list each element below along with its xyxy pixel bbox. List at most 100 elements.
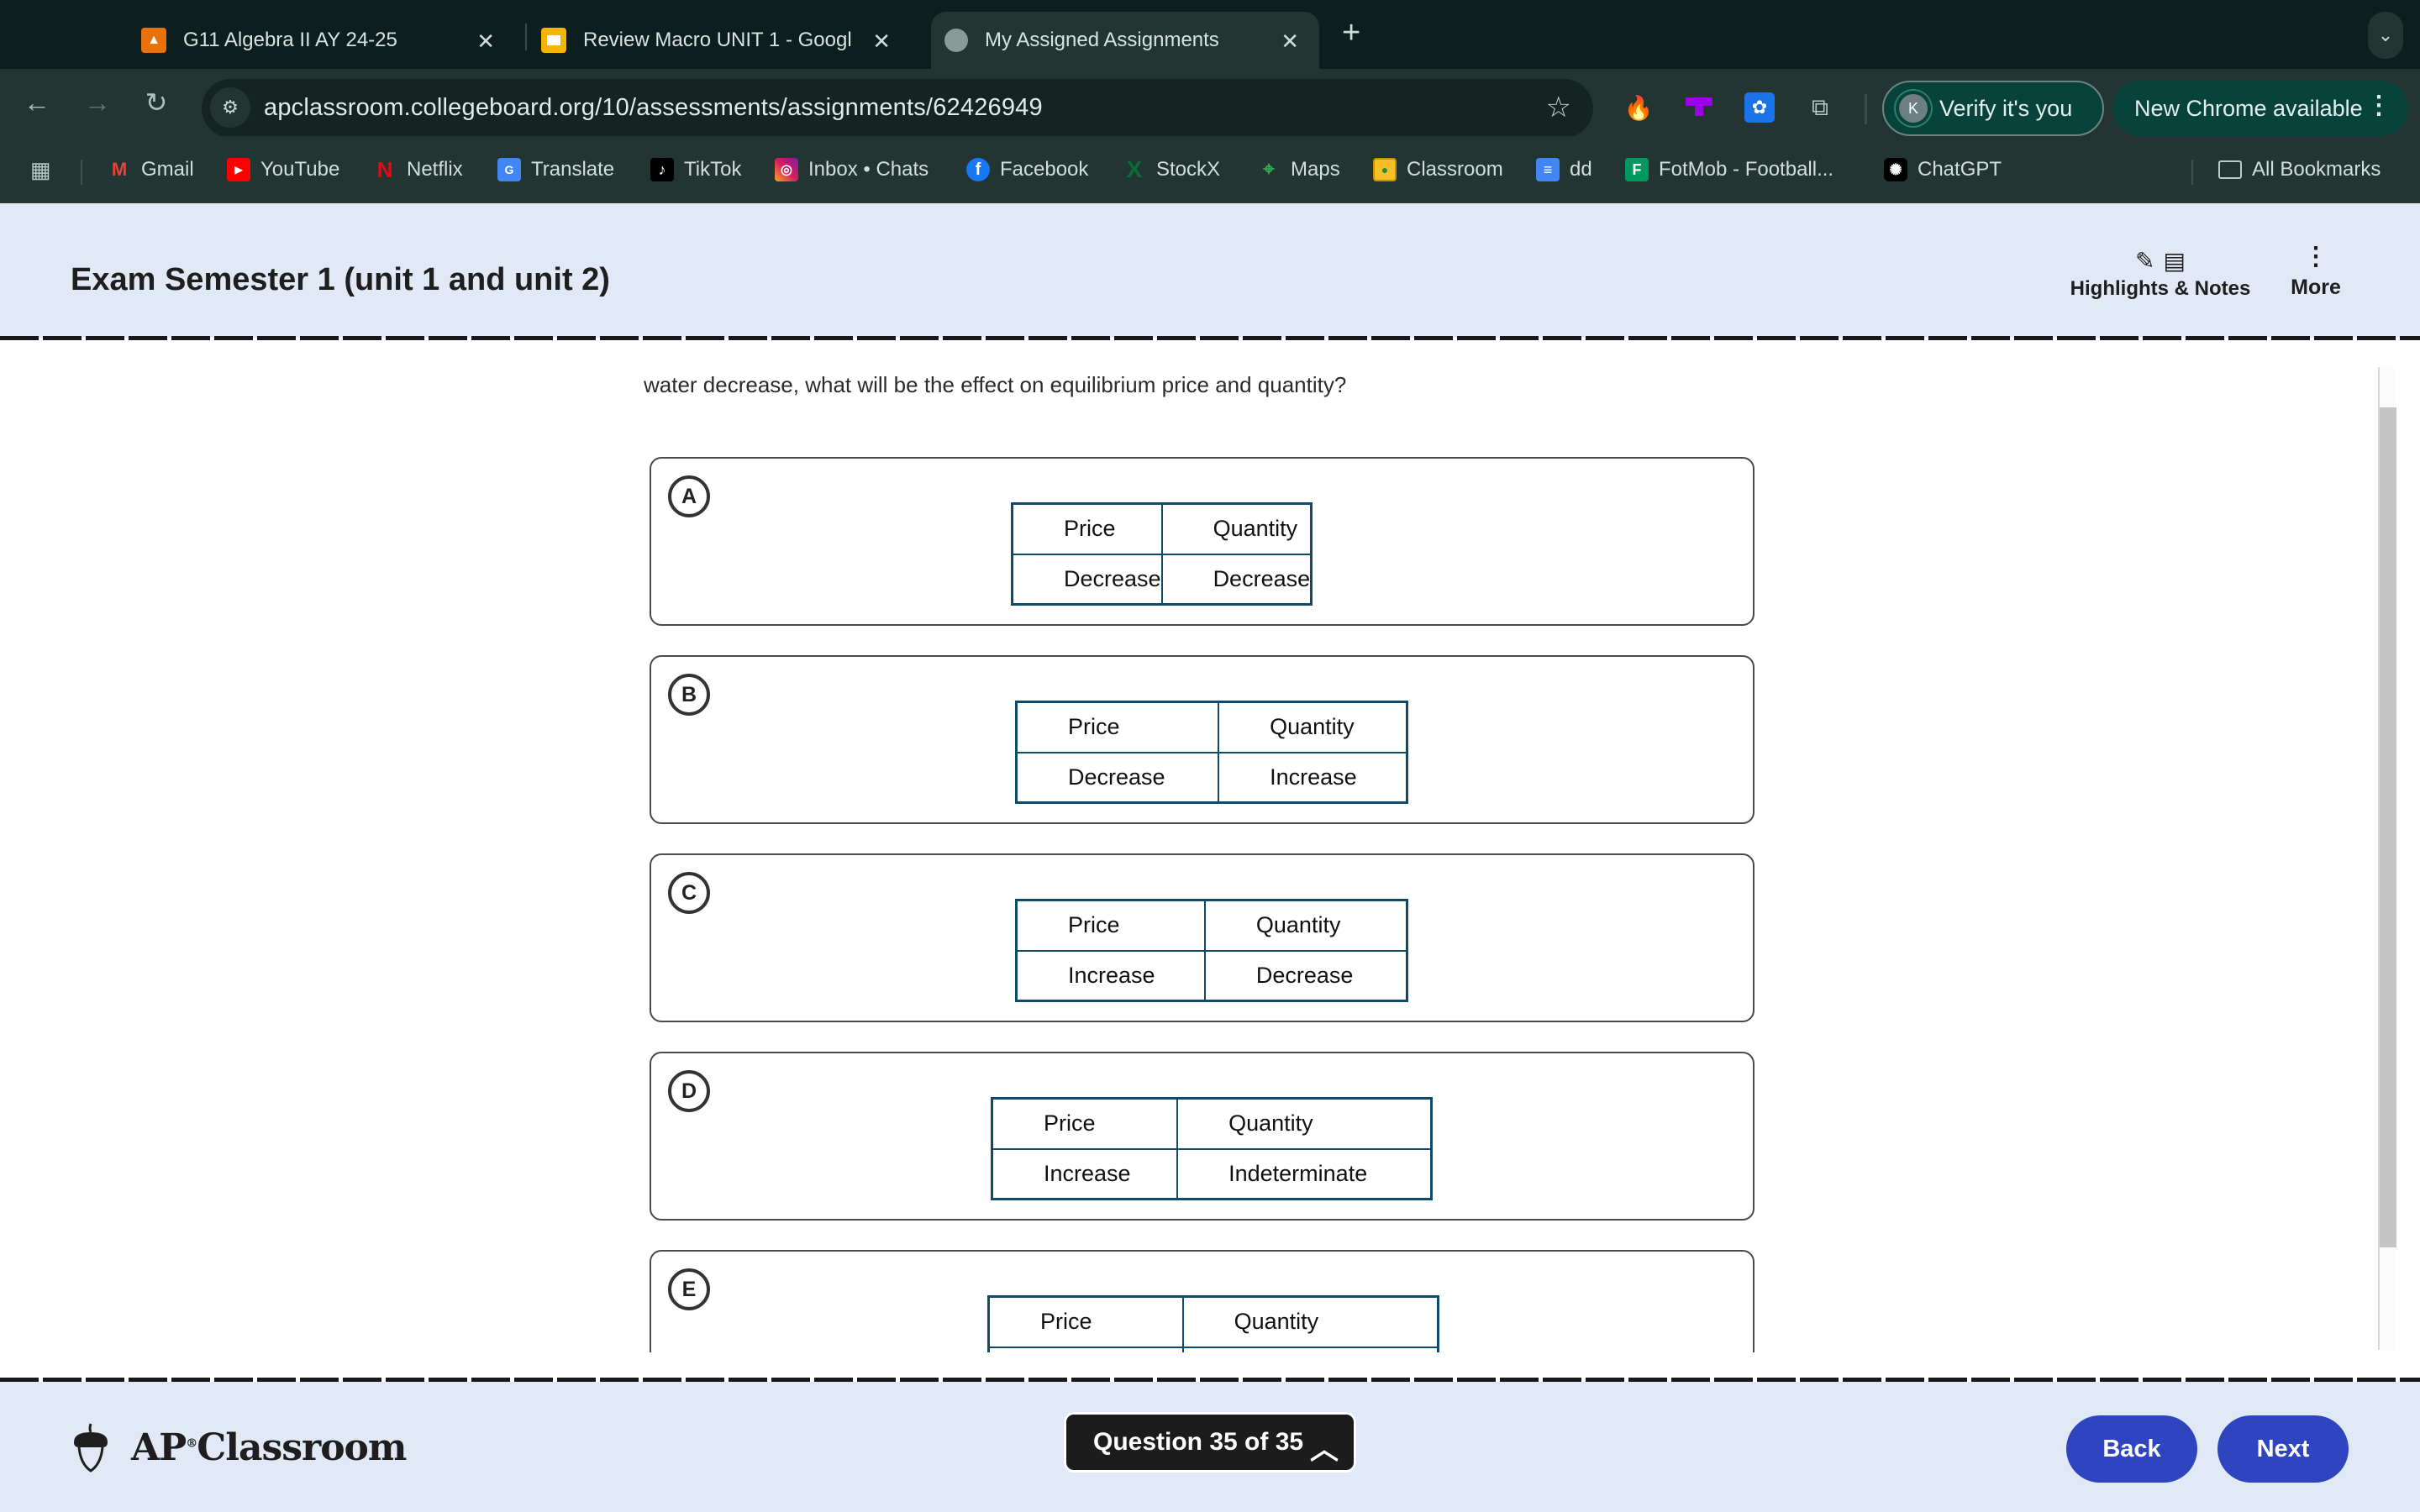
bookmark-gmail[interactable]: M Gmail (108, 155, 194, 185)
question-counter: Question 35 of 35 (1093, 1428, 1304, 1456)
tab-algebra[interactable]: ▲ G11 Algebra II AY 24-25 ✕ (141, 12, 515, 69)
question-text: water decrease, what will be the effect … (644, 372, 1347, 397)
tab-my-assigned-assignments[interactable]: My Assigned Assignments ✕ (931, 12, 1319, 69)
content-scrollbar[interactable] (2378, 367, 2396, 1350)
table-cell-quantity: Decrease (1160, 553, 1313, 606)
google-classroom-icon: ● (1373, 158, 1397, 181)
option-table: Price Quantity (987, 1295, 1439, 1352)
answer-option-d[interactable]: D Price Quantity Increase Indeterminate (650, 1052, 1754, 1221)
extensions-puzzle-icon[interactable]: ⧉ (1805, 92, 1835, 123)
table-header-price: Price (1015, 899, 1206, 952)
fire-extension-icon[interactable]: 🔥 (1623, 92, 1654, 123)
assessment-header: Exam Semester 1 (unit 1 and unit 2) ✎ ▤ … (0, 203, 2420, 338)
answer-option-a[interactable]: A Price Quantity Decrease Decrease (650, 457, 1754, 626)
answer-option-c[interactable]: C Price Quantity Increase Decrease (650, 853, 1754, 1022)
ap-classroom-logo: AP®Classroom (69, 1422, 407, 1473)
bookmark-translate[interactable]: G Translate (497, 155, 614, 185)
table-header-price: Price (1015, 701, 1220, 753)
bookmark-facebook[interactable]: f Facebook (966, 155, 1088, 185)
google-slides-icon (541, 28, 566, 53)
scrollbar-thumb[interactable] (2380, 407, 2396, 1247)
table-cell-quantity: Indeterminate (1176, 1147, 1433, 1200)
bookmark-netflix[interactable]: N Netflix (373, 155, 463, 185)
table-header-quantity: Quantity (1181, 1295, 1439, 1348)
highlighter-icon: ✎ (2135, 248, 2155, 274)
tab-divider (525, 24, 527, 50)
more-button[interactable]: ⋮ More (2286, 244, 2346, 300)
table-cell-quantity (1181, 1346, 1439, 1352)
all-bookmarks-button[interactable]: All Bookmarks (2218, 155, 2381, 185)
verify-identity-button[interactable]: K Verify it's you (1882, 81, 2104, 136)
close-tab-icon[interactable]: ✕ (872, 29, 891, 55)
url-text[interactable]: apclassroom.collegeboard.org/10/assessme… (264, 94, 1043, 122)
tetris-extension-icon[interactable] (1684, 92, 1714, 123)
verify-label: Verify it's you (1939, 95, 2073, 121)
bookmark-classroom[interactable]: ● Classroom (1373, 155, 1503, 185)
back-button[interactable]: Back (2066, 1415, 2197, 1483)
table-header-price: Price (987, 1295, 1184, 1348)
folder-icon (2218, 160, 2242, 179)
bookmarks-divider (81, 160, 82, 185)
netflix-icon: N (376, 156, 393, 182)
update-chrome-button[interactable]: New Chrome available ⋮ (2112, 81, 2408, 136)
fotmob-icon: F (1625, 158, 1649, 181)
bookmark-chatgpt[interactable]: ✺ ChatGPT (1884, 155, 2002, 185)
option-letter-b: B (668, 674, 710, 716)
tab-review-macro[interactable]: Review Macro UNIT 1 - Googl ✕ (541, 12, 911, 69)
highlights-notes-label: Highlights & Notes (2070, 277, 2251, 300)
google-maps-icon: ⌖ (1263, 158, 1275, 181)
bookmarks-divider (2191, 160, 2193, 185)
answer-option-b[interactable]: B Price Quantity Decrease Increase (650, 655, 1754, 824)
option-table: Price Quantity Increase Decrease (1015, 899, 1408, 1002)
close-tab-icon[interactable]: ✕ (476, 29, 495, 55)
table-header-quantity: Quantity (1203, 899, 1408, 952)
globe-icon (944, 29, 968, 52)
bookmark-stockx[interactable]: X StockX (1123, 155, 1220, 185)
option-table: Price Quantity Decrease Decrease (1011, 502, 1313, 606)
close-tab-icon[interactable]: ✕ (1281, 29, 1299, 55)
acorn-icon (74, 1423, 108, 1473)
page-title: Exam Semester 1 (unit 1 and unit 2) (71, 262, 610, 297)
bookmark-youtube[interactable]: ▶ YouTube (227, 155, 339, 185)
chatgpt-icon: ✺ (1884, 158, 1907, 181)
facebook-icon: f (966, 158, 990, 181)
apps-grid-icon[interactable]: ▦ (30, 155, 51, 185)
bookmark-fotmob[interactable]: F FotMob - Football... (1625, 155, 1833, 185)
bookmark-star-icon[interactable]: ☆ (1546, 91, 1571, 124)
highlights-notes-button[interactable]: ✎ ▤ Highlights & Notes (2069, 247, 2252, 301)
site-settings-icon[interactable]: ⚙ (210, 87, 250, 128)
blue-extension-icon[interactable]: ✿ (1744, 92, 1775, 123)
next-button[interactable]: Next (2217, 1415, 2349, 1483)
table-header-price: Price (1011, 502, 1163, 555)
stockx-icon: X (1126, 156, 1143, 182)
bookmark-tiktok[interactable]: ♪ TikTok (650, 155, 741, 185)
header-divider (0, 336, 2420, 340)
google-docs-icon: ≡ (1536, 158, 1560, 181)
bookmark-maps[interactable]: ⌖ Maps (1257, 155, 1339, 185)
answer-option-e[interactable]: E Price Quantity (650, 1250, 1754, 1352)
question-navigator-button[interactable]: Question 35 of 35 ︿ (1064, 1412, 1356, 1473)
chrome-menu-icon[interactable]: ⋮ (2366, 91, 2391, 120)
table-cell-price: Increase (1015, 949, 1206, 1002)
back-arrow-icon[interactable]: ← (18, 84, 55, 121)
browser-toolbar: ← → ↻ ⚙ apclassroom.collegeboard.org/10/… (0, 69, 2420, 138)
option-table: Price Quantity Decrease Increase (1015, 701, 1408, 804)
bookmark-instagram[interactable]: ◎ Inbox • Chats (775, 155, 929, 185)
instagram-icon: ◎ (775, 158, 798, 181)
table-cell-price: Decrease (1011, 553, 1163, 606)
forward-arrow-icon[interactable]: → (79, 84, 116, 121)
google-translate-icon: G (497, 158, 521, 181)
new-tab-button[interactable]: + (1342, 15, 1360, 51)
address-bar[interactable]: ⚙ apclassroom.collegeboard.org/10/assess… (202, 79, 1593, 138)
brand-name: AP®Classroom (131, 1425, 407, 1469)
update-label: New Chrome available (2134, 95, 2363, 121)
bookmark-dd[interactable]: ≡ dd (1536, 155, 1592, 185)
option-letter-c: C (668, 872, 710, 914)
reload-icon[interactable]: ↻ (138, 84, 175, 121)
option-letter-a: A (668, 475, 710, 517)
profile-avatar: K (1899, 94, 1928, 123)
table-header-quantity: Quantity (1218, 701, 1408, 753)
table-cell-price: Increase (991, 1147, 1179, 1200)
tab-search-button[interactable]: ⌄ (2368, 12, 2403, 59)
bookmarks-bar: ▦ M Gmail ▶ YouTube N Netflix G Translate ♪ T… (0, 136, 2420, 203)
